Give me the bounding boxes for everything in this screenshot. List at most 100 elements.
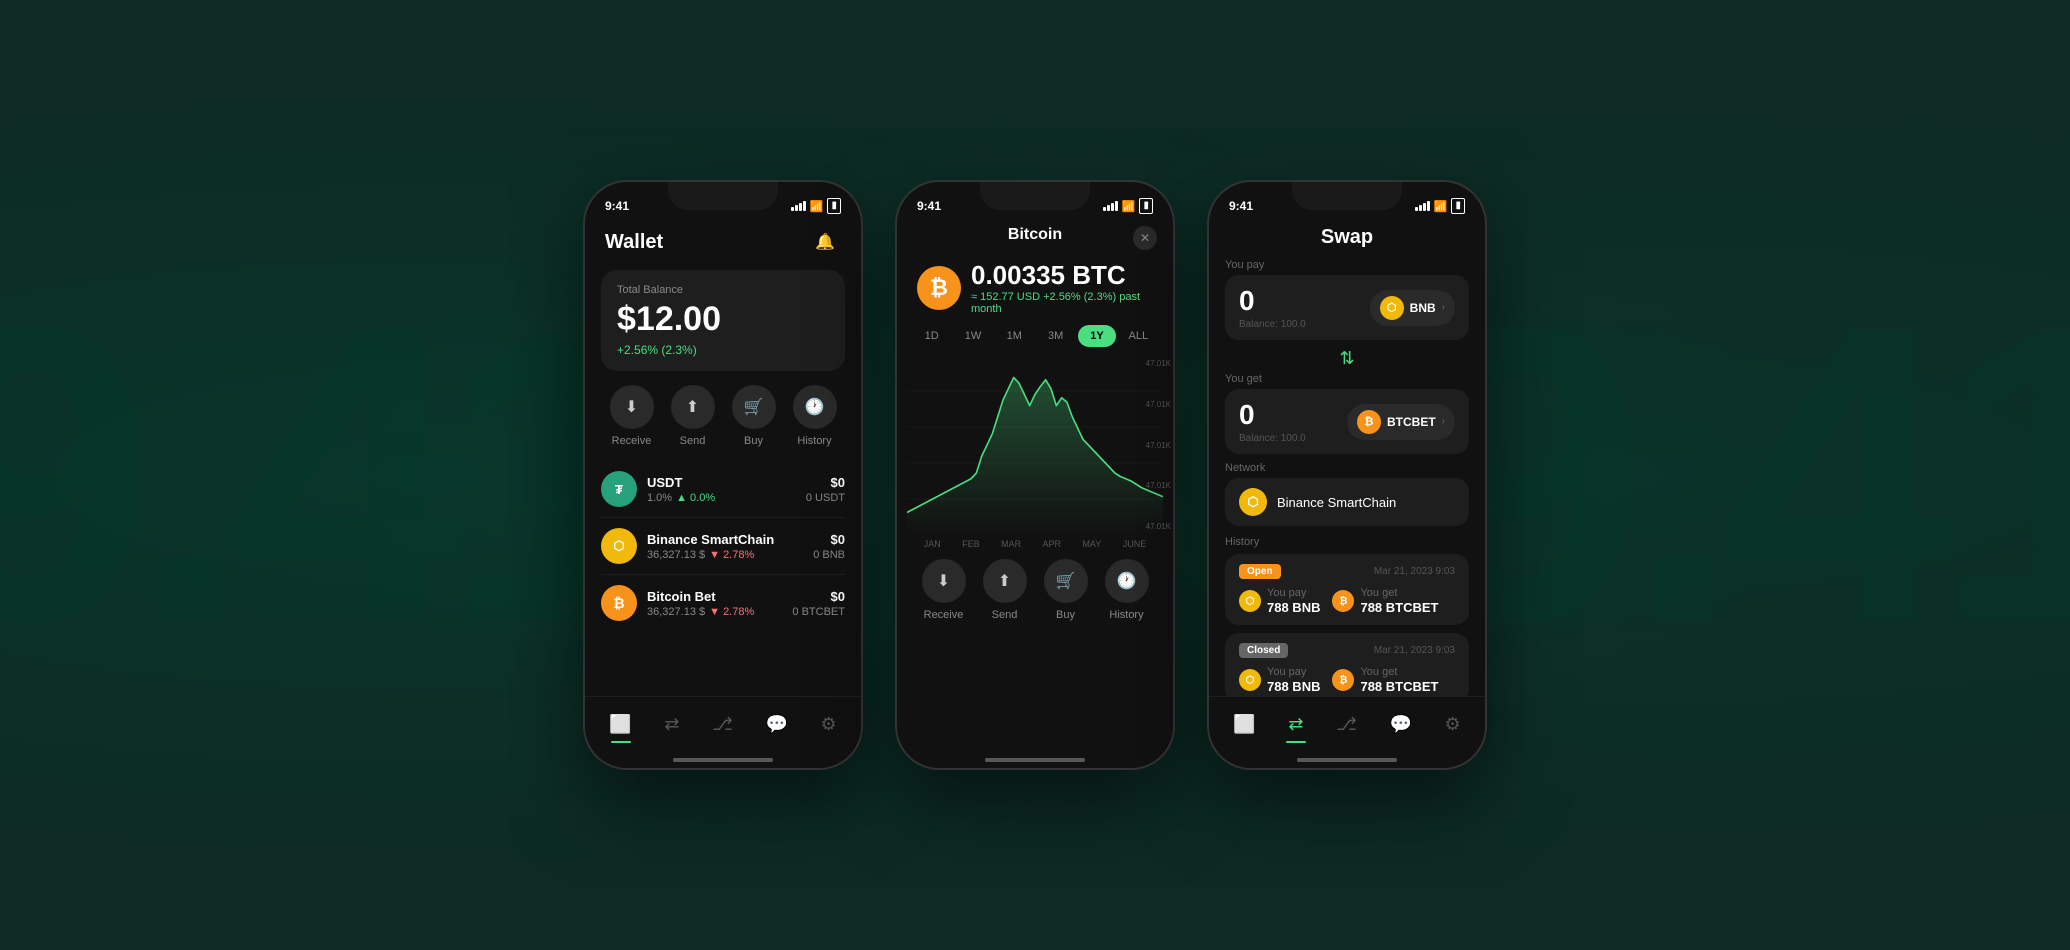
period-all[interactable]: ALL bbox=[1120, 325, 1157, 347]
token-bnb[interactable]: ⬡ Binance SmartChain 36,327.13 $ ▼ 2.78%… bbox=[601, 518, 845, 575]
you-get-amount: 0 bbox=[1239, 399, 1306, 431]
chart-y-labels: 47.01K 47.01K 47.01K 47.01K 47.01K bbox=[1146, 355, 1171, 535]
signal-2 bbox=[1103, 201, 1118, 211]
btc-receive-button[interactable]: ⬇ Receive bbox=[922, 559, 966, 621]
bell-button[interactable]: 🔔 bbox=[809, 226, 841, 258]
bitcoin-header: Bitcoin ✕ bbox=[897, 222, 1173, 254]
period-1d[interactable]: 1D bbox=[913, 325, 950, 347]
you-get-token-name: BTCBET bbox=[1387, 415, 1436, 429]
swap-switch-button[interactable]: ⇅ bbox=[1209, 348, 1485, 369]
usdt-info: USDT 1.0% ▲ 0.0% bbox=[647, 475, 806, 504]
usdt-change: ▲ 0.0% bbox=[676, 492, 715, 504]
settings-nav-icon-3: ⚙ bbox=[1445, 714, 1461, 735]
wallet-header: Wallet 🔔 bbox=[585, 222, 861, 270]
you-pay-amount: 0 bbox=[1239, 285, 1306, 317]
you-pay-label: You pay bbox=[1209, 259, 1485, 271]
btcbet-name: Bitcoin Bet bbox=[647, 589, 792, 604]
phone-swap: 9:41 📶 ▮ Swap You pay bbox=[1207, 180, 1487, 770]
history-button[interactable]: 🕐 History bbox=[793, 385, 837, 447]
time-1: 9:41 bbox=[605, 199, 629, 213]
btc-buy-button[interactable]: 🛒 Buy bbox=[1044, 559, 1088, 621]
history-item-2[interactable]: Closed Mar 21, 2023 9:03 ⬡ You pay 788 B… bbox=[1225, 633, 1469, 704]
history-section-label: History bbox=[1209, 536, 1485, 548]
period-tabs: 1D 1W 1M 3M 1Y ALL bbox=[897, 325, 1173, 355]
action-buttons-1: ⬇ Receive ⬆ Send 🛒 Buy 🕐 History bbox=[585, 385, 861, 461]
receive-button[interactable]: ⬇ Receive bbox=[610, 385, 654, 447]
network-name: Binance SmartChain bbox=[1277, 495, 1396, 510]
wallet-screen: 9:41 📶 ▮ Wallet 🔔 To bbox=[585, 182, 861, 768]
nav-chat-3[interactable]: 💬 bbox=[1389, 714, 1411, 735]
balance-change: +2.56% (2.3%) bbox=[617, 343, 829, 357]
balance-amount: $12.00 bbox=[617, 300, 829, 339]
wallet-nav-icon-3: ⬜ bbox=[1233, 714, 1255, 735]
swap-title: Swap bbox=[1321, 226, 1373, 249]
home-indicator-1 bbox=[673, 758, 773, 762]
send-button[interactable]: ⬆ Send bbox=[671, 385, 715, 447]
you-get-card: 0 Balance: 100.0 ₿ BTCBET › bbox=[1225, 389, 1469, 454]
you-pay-token-selector[interactable]: ⬡ BNB › bbox=[1370, 290, 1455, 326]
nav-swap-1[interactable]: ⇄ bbox=[664, 714, 679, 735]
nav-chat-1[interactable]: 💬 bbox=[765, 714, 787, 735]
bitcoin-title: Bitcoin bbox=[1008, 226, 1062, 244]
chart-svg bbox=[907, 355, 1163, 535]
you-get-label: You get bbox=[1209, 373, 1485, 385]
phones-container: 9:41 📶 ▮ Wallet 🔔 To bbox=[583, 180, 1487, 770]
nav-settings-3[interactable]: ⚙ bbox=[1445, 714, 1461, 735]
token-btcbet[interactable]: ₿ Bitcoin Bet 36,327.13 $ ▼ 2.78% $0 0 B… bbox=[601, 575, 845, 631]
btc-receive-icon: ⬇ bbox=[922, 559, 966, 603]
balance-label: Total Balance bbox=[617, 284, 829, 296]
receive-icon: ⬇ bbox=[610, 385, 654, 429]
btc-history-icon: 🕐 bbox=[1105, 559, 1149, 603]
history-pay-2: 788 BNB bbox=[1267, 679, 1320, 694]
buy-label: Buy bbox=[744, 435, 763, 447]
you-get-token-selector[interactable]: ₿ BTCBET › bbox=[1347, 404, 1455, 440]
history-status-closed: Closed bbox=[1239, 643, 1288, 658]
chat-nav-icon-3: 💬 bbox=[1389, 714, 1411, 735]
btc-hero: ₿ 0.00335 BTC ≈ 152.77 USD +2.56% (2.3%)… bbox=[897, 254, 1173, 325]
time-3: 9:41 bbox=[1229, 199, 1253, 213]
share-nav-icon-3: ⎇ bbox=[1336, 714, 1357, 735]
binance-chain-icon: ⬡ bbox=[1239, 488, 1267, 516]
nav-share-3[interactable]: ⎇ bbox=[1336, 714, 1357, 735]
history-bnb-icon-1: ⬡ bbox=[1239, 590, 1261, 612]
nav-settings-1[interactable]: ⚙ bbox=[821, 714, 837, 735]
active-bar bbox=[611, 741, 631, 743]
history-item-1[interactable]: Open Mar 21, 2023 9:03 ⬡ You pay 788 BNB bbox=[1225, 554, 1469, 625]
nav-wallet-1[interactable]: ⬜ bbox=[609, 714, 631, 735]
buy-button[interactable]: 🛒 Buy bbox=[732, 385, 776, 447]
period-1m[interactable]: 1M bbox=[996, 325, 1033, 347]
send-label: Send bbox=[680, 435, 706, 447]
bnb-name: Binance SmartChain bbox=[647, 532, 813, 547]
history-date-2: Mar 21, 2023 9:03 bbox=[1374, 645, 1455, 656]
bitcoin-screen: 9:41 📶 ▮ Bitcoin ✕ ₿ bbox=[897, 182, 1173, 768]
btcbet-swap-icon: ₿ bbox=[1357, 410, 1381, 434]
period-1y[interactable]: 1Y bbox=[1078, 325, 1115, 347]
bnb-icon: ⬡ bbox=[601, 528, 637, 564]
btc-buy-icon: 🛒 bbox=[1044, 559, 1088, 603]
nav-wallet-3[interactable]: ⬜ bbox=[1233, 714, 1255, 735]
pay-chevron-icon: › bbox=[1442, 302, 1445, 313]
btc-history-button[interactable]: 🕐 History bbox=[1105, 559, 1149, 621]
status-icons-3: 📶 ▮ bbox=[1415, 198, 1465, 214]
chart-x-labels: JAN FEB MAR APR MAY JUNE bbox=[897, 535, 1173, 549]
nav-swap-3[interactable]: ⇄ bbox=[1288, 714, 1303, 735]
token-usdt[interactable]: ₮ USDT 1.0% ▲ 0.0% $0 0 USDT bbox=[601, 461, 845, 518]
period-3m[interactable]: 3M bbox=[1037, 325, 1074, 347]
signal-3 bbox=[1415, 201, 1430, 211]
swap-screen: 9:41 📶 ▮ Swap You pay bbox=[1209, 182, 1485, 768]
wifi-icon-3: 📶 bbox=[1434, 200, 1448, 213]
btc-usd-row: ≈ 152.77 USD +2.56% (2.3%) past month bbox=[971, 291, 1153, 315]
history-icon: 🕐 bbox=[793, 385, 837, 429]
history-status-open: Open bbox=[1239, 564, 1281, 579]
bnb-price: 36,327.13 $ bbox=[647, 549, 705, 561]
close-button[interactable]: ✕ bbox=[1133, 226, 1157, 250]
notch-3 bbox=[1292, 182, 1402, 210]
nav-share-1[interactable]: ⎇ bbox=[712, 714, 733, 735]
btc-send-button[interactable]: ⬆ Send bbox=[983, 559, 1027, 621]
chart-container: 47.01K 47.01K 47.01K 47.01K 47.01K bbox=[897, 355, 1173, 535]
usdt-icon: ₮ bbox=[601, 471, 637, 507]
wallet-nav-icon: ⬜ bbox=[609, 714, 631, 735]
period-1w[interactable]: 1W bbox=[954, 325, 991, 347]
phone-wallet: 9:41 📶 ▮ Wallet 🔔 To bbox=[583, 180, 863, 770]
btc-send-label: Send bbox=[992, 609, 1018, 621]
